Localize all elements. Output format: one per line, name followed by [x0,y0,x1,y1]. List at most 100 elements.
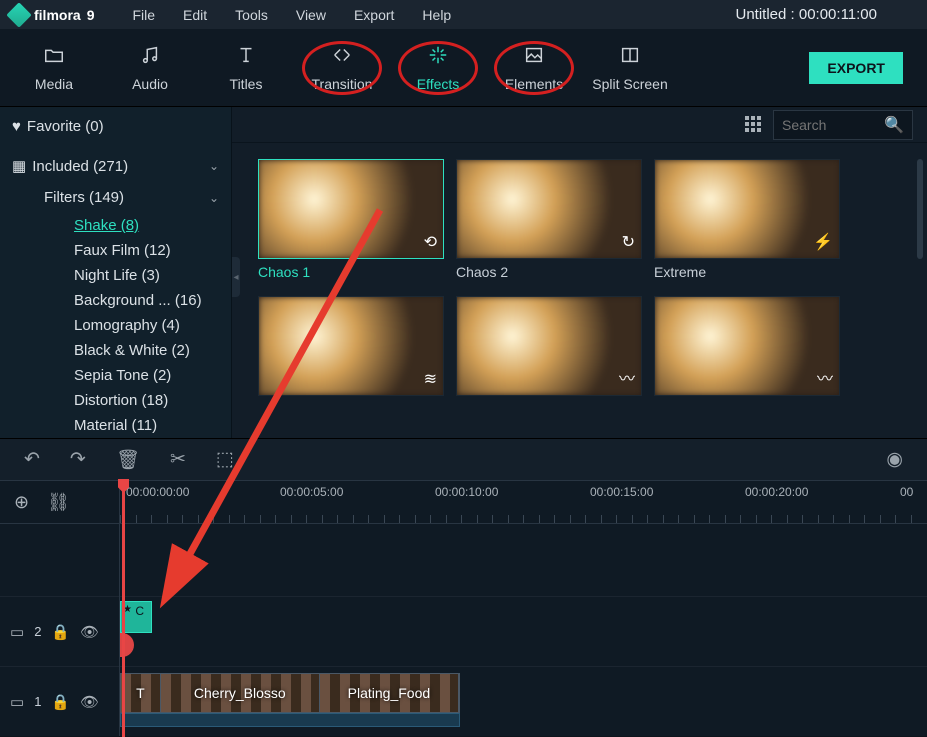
refresh-icon: ↻ [622,232,635,252]
scrollbar[interactable] [917,159,923,259]
eye-icon[interactable]: 👁 [80,623,99,641]
sidebar-item-distortion[interactable]: Distortion (18) [0,388,231,413]
sparkle-icon [427,44,449,70]
export-button[interactable]: EXPORT [809,52,903,84]
effects-sidebar: ♥ Favorite (0) ▦ Included (271) ⌄ Filter… [0,107,232,438]
video-clip[interactable]: Cherry_Blosso [161,674,320,712]
tool-titles-label: Titles [230,76,263,92]
tool-splitscreen-label: Split Screen [592,76,667,92]
wavy-icon: ≋ [424,369,437,389]
effect-item[interactable]: 〰 [654,296,840,401]
track-number: 2 [34,624,41,639]
sidebar-filters[interactable]: Filters (149) ⌄ [0,182,231,213]
render-preview-icon[interactable]: ◉ [886,448,903,471]
sidebar-included-label: Included (271) [32,158,128,175]
music-icon [139,44,161,70]
folder-icon [43,44,65,70]
image-icon [523,44,545,70]
tool-elements[interactable]: Elements [486,33,582,103]
timeline-ruler: ⊕ ⛓ 00:00:00:00 00:00:05:00 00:00:10:00 … [0,480,927,524]
sidebar-item-blackwhite[interactable]: Black & White (2) [0,338,231,363]
playhead[interactable] [122,481,124,523]
effect-item[interactable]: 〰 [456,296,642,401]
video-clip[interactable]: T [121,674,161,712]
tool-audio[interactable]: Audio [102,33,198,103]
effects-header: 🔍 [232,107,927,143]
effect-item-extreme[interactable]: ⚡ Extreme [654,159,840,280]
menu-tools[interactable]: Tools [221,3,282,27]
track-number: 1 [34,694,41,709]
sidebar-filters-label: Filters (149) [44,189,124,206]
eye-icon[interactable]: 👁 [80,693,99,711]
sidebar-favorite-label: Favorite (0) [27,118,104,135]
track-2-lane[interactable]: ★ C [120,596,927,666]
lock-all-icon[interactable]: ⛓ [47,492,70,513]
effect-item-chaos2[interactable]: ↻ Chaos 2 [456,159,642,280]
effect-label: Extreme [654,264,840,280]
grid-view-icon[interactable] [745,116,763,134]
redo-icon[interactable]: ↷ [70,448,86,471]
timeline-tracks: ▭ 2 🔒 👁 ▭ 1 🔒 👁 ★ C T Cherry_Blosso Plat… [0,524,927,736]
tool-media-label: Media [35,76,73,92]
chevron-down-icon: ⌄ [209,191,219,205]
app-logo: filmora 9 [10,6,94,24]
search-icon: 🔍 [884,115,904,135]
tool-media[interactable]: Media [6,33,102,103]
tool-effects[interactable]: Effects [390,33,486,103]
sidebar-item-material[interactable]: Material (11) [0,413,231,438]
video-track-icon: ▭ [10,693,24,711]
tool-titles[interactable]: Titles [198,33,294,103]
sidebar-favorite[interactable]: ♥ Favorite (0) [0,111,231,142]
spark-icon: ⚡ [813,232,833,252]
effects-grid: ⟲ Chaos 1 ↻ Chaos 2 ⚡ Extreme ≋ 〰 〰 [232,143,927,438]
menu-help[interactable]: Help [408,3,465,27]
document-title: Untitled : 00:00:11:00 [736,6,878,23]
cut-icon[interactable]: ✂ [170,448,186,471]
sidebar-item-background[interactable]: Background ... (16) [0,288,231,313]
sidebar-item-sepia[interactable]: Sepia Tone (2) [0,363,231,388]
undo-icon[interactable]: ↶ [24,448,40,471]
track-lanes[interactable]: ★ C T Cherry_Blosso Plating_Food [120,524,927,736]
lane-spacer [120,524,927,596]
tool-effects-label: Effects [417,76,460,92]
tool-audio-label: Audio [132,76,168,92]
transition-icon [331,44,353,70]
app-version: 9 [87,7,95,23]
effect-item[interactable]: ≋ [258,296,444,401]
add-marker-icon[interactable]: ⊕ [14,492,29,513]
loop-icon: ⟲ [424,232,437,252]
menu-view[interactable]: View [282,3,340,27]
app-name: filmora [34,7,81,23]
track-headers: ▭ 2 🔒 👁 ▭ 1 🔒 👁 [0,524,120,736]
video-clips[interactable]: T Cherry_Blosso Plating_Food [120,673,460,713]
video-clip[interactable]: Plating_Food [320,674,459,712]
sidebar-item-lomography[interactable]: Lomography (4) [0,313,231,338]
sidebar-included[interactable]: ▦ Included (271) ⌄ [0,150,231,182]
effect-item-chaos1[interactable]: ⟲ Chaos 1 [258,159,444,280]
menu-edit[interactable]: Edit [169,3,221,27]
search-box[interactable]: 🔍 [773,110,913,140]
lock-icon[interactable]: 🔒 [51,693,70,711]
sidebar-item-shake[interactable]: Shake (8) [0,213,231,238]
crop-icon[interactable]: ⬚ [216,448,234,471]
split-icon [619,44,641,70]
search-input[interactable] [782,117,884,133]
ruler-area[interactable]: 00:00:00:00 00:00:05:00 00:00:10:00 00:0… [120,481,927,523]
sidebar-item-fauxfilm[interactable]: Faux Film (12) [0,238,231,263]
audio-waveform[interactable] [120,713,460,727]
tool-transition[interactable]: Transition [294,33,390,103]
menu-file[interactable]: File [118,3,169,27]
menu-export[interactable]: Export [340,3,408,27]
lock-icon[interactable]: 🔒 [51,623,70,641]
track-1-lane[interactable]: T Cherry_Blosso Plating_Food [120,666,927,736]
effects-panel: 🔍 ⟲ Chaos 1 ↻ Chaos 2 ⚡ Extreme ≋ 〰 [232,107,927,438]
tool-splitscreen[interactable]: Split Screen [582,33,678,103]
video-track-icon: ▭ [10,623,24,641]
toolbar: Media Audio Titles Transition Effects El… [0,29,927,107]
delete-icon[interactable]: 🗑 [116,448,140,472]
tool-transition-label: Transition [312,76,373,92]
track-header-2: ▭ 2 🔒 👁 [0,596,119,666]
sidebar-item-nightlife[interactable]: Night Life (3) [0,263,231,288]
track-header-1: ▭ 1 🔒 👁 [0,666,119,736]
timeline-tools: ↶ ↷ 🗑 ✂ ⬚ ◉ [0,438,927,480]
